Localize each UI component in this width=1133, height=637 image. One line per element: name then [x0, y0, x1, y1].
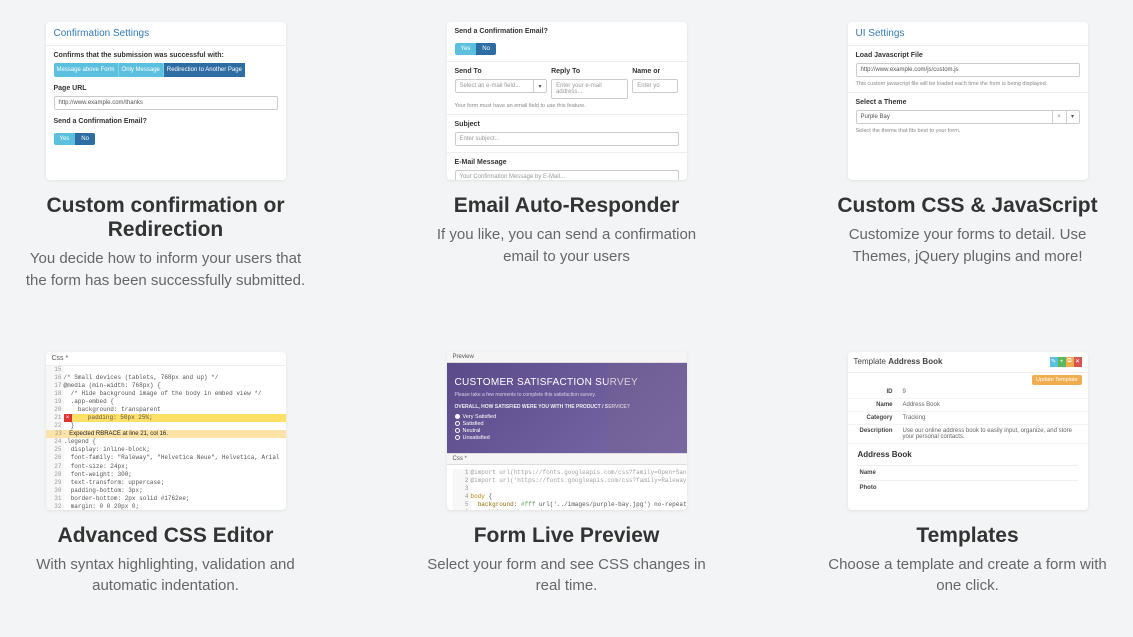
- feature-title: Email Auto-Responder: [454, 194, 680, 218]
- radio-option[interactable]: Very Satisfied: [455, 414, 679, 420]
- feature-title: Form Live Preview: [474, 524, 660, 548]
- theme-label: Select a Theme: [856, 99, 1080, 106]
- email-message-label: E-Mail Message: [455, 159, 679, 166]
- theme-select[interactable]: Purple Bay × ▾: [856, 110, 1080, 124]
- edit-icon[interactable]: ✎: [1050, 357, 1058, 367]
- feature-title: Templates: [916, 524, 1018, 548]
- clear-icon[interactable]: ×: [1052, 110, 1066, 124]
- tab-redirection[interactable]: Redirection to Another Page: [164, 63, 245, 77]
- css-tab[interactable]: Css *: [447, 453, 687, 465]
- name-input[interactable]: Enter yo: [632, 79, 678, 93]
- send-email-label: Send a Confirmation Email?: [54, 118, 278, 125]
- card-autoresponder: Send a Confirmation Email? Yes No Send T…: [447, 22, 687, 180]
- reply-to-label: Reply To: [551, 68, 628, 75]
- field-label: Photo: [860, 485, 905, 491]
- panel-title: Confirmation Settings: [54, 28, 278, 39]
- card-ui-settings: UI Settings Load Javascript File http://…: [848, 22, 1088, 180]
- theme-value: Purple Bay: [856, 110, 1052, 124]
- confirm-mode-tabs[interactable]: Message above Form Only Message Redirect…: [54, 63, 278, 77]
- js-file-input[interactable]: http://www.example.com/js/custom.js: [856, 63, 1080, 77]
- form-name: Address Book: [858, 450, 1078, 459]
- send-to-select[interactable]: Select an e-mail field...: [455, 79, 534, 93]
- feature-desc: You decide how to inform your users that…: [20, 248, 311, 292]
- card-confirmation: Confirmation Settings Confirms that the …: [46, 22, 286, 180]
- form-preview: CUSTOMER SATISFACTION SURVEY Please take…: [447, 363, 687, 453]
- page-url-input[interactable]: http://www.example.com/thanks: [54, 96, 278, 110]
- send-to-hint: Your form must have an email field to us…: [455, 103, 679, 110]
- feature-desc: If you like, you can send a confirmation…: [421, 224, 712, 268]
- feature-css-editor: Css * 1516/* Small devices (tablets, 768…: [20, 352, 311, 598]
- send-to-label: Send To: [455, 68, 548, 75]
- js-file-hint: This custom javascript file will be load…: [856, 81, 1080, 88]
- toggle-yes2[interactable]: Yes: [455, 43, 477, 55]
- feature-title: Custom confirmation or Redirection: [20, 194, 311, 242]
- template-action-buttons[interactable]: ✎ + ⧉ ✕: [1050, 357, 1082, 367]
- feature-css-js: UI Settings Load Javascript File http://…: [822, 22, 1113, 292]
- delete-icon[interactable]: ✕: [1074, 357, 1082, 367]
- error-bar: 23 - Expected RBRACE at line 21, col 16.: [46, 430, 286, 438]
- tab-message-above[interactable]: Message above Form: [54, 63, 119, 77]
- feature-live-preview: Preview CUSTOMER SATISFACTION SURVEY Ple…: [421, 352, 712, 598]
- feature-desc: Select your form and see CSS changes in …: [421, 554, 712, 598]
- code-editor[interactable]: 1@import url(https://fonts.googleapis.co…: [447, 465, 687, 510]
- page-url-label: Page URL: [54, 85, 278, 92]
- update-template-button[interactable]: Update Template: [1032, 375, 1081, 385]
- feature-autoresponder: Send a Confirmation Email? Yes No Send T…: [421, 22, 712, 292]
- feature-desc: Choose a template and create a form with…: [822, 554, 1113, 598]
- feature-desc: Customize your forms to detail. Use Them…: [822, 224, 1113, 268]
- chevron-down-icon[interactable]: ▾: [1066, 110, 1080, 124]
- feature-title: Custom CSS & JavaScript: [837, 194, 1097, 218]
- feature-desc: With syntax highlighting, validation and…: [20, 554, 311, 598]
- js-file-label: Load Javascript File: [856, 52, 1080, 59]
- card-css-editor: Css * 1516/* Small devices (tablets, 768…: [46, 352, 286, 510]
- reply-to-input[interactable]: Enter your e-mail address...: [551, 79, 628, 99]
- radio-option[interactable]: Neutral: [455, 428, 679, 434]
- field-label: Name: [860, 470, 905, 476]
- name-label: Name or: [632, 68, 678, 75]
- feature-templates: Template Address Book ✎ + ⧉ ✕ Update Tem…: [822, 352, 1113, 598]
- toggle-yes[interactable]: Yes: [54, 133, 76, 145]
- preview-label: Preview: [447, 352, 687, 363]
- code-editor[interactable]: 1516/* Small devices (tablets, 768px and…: [46, 366, 286, 431]
- copy-icon[interactable]: ⧉: [1066, 357, 1074, 367]
- subject-label: Subject: [455, 121, 679, 128]
- subject-input[interactable]: Enter subject...: [455, 132, 679, 146]
- survey-title: CUSTOMER SATISFACTION SURVEY: [455, 377, 679, 388]
- send-email-toggle2[interactable]: Yes No: [455, 43, 496, 55]
- survey-subtitle: Please take a few moments to complete th…: [455, 392, 679, 398]
- card-template: Template Address Book ✎ + ⧉ ✕ Update Tem…: [848, 352, 1088, 510]
- email-message-input[interactable]: Your Confirmation Message by E-Mail...: [455, 170, 679, 180]
- toggle-no2[interactable]: No: [476, 43, 496, 55]
- radio-option[interactable]: Unsatisfied: [455, 435, 679, 441]
- radio-option[interactable]: Satisfied: [455, 421, 679, 427]
- feature-confirmation: Confirmation Settings Confirms that the …: [20, 22, 311, 292]
- send-email-toggle[interactable]: Yes No: [54, 133, 95, 145]
- send-email-label2: Send a Confirmation Email?: [455, 28, 679, 35]
- template-title: Template Address Book: [854, 357, 943, 366]
- toggle-no[interactable]: No: [75, 133, 95, 145]
- theme-hint: Select the theme that fits best to your …: [856, 128, 1080, 135]
- chevron-down-icon[interactable]: ▾: [533, 79, 547, 93]
- confirms-label: Confirms that the submission was success…: [54, 52, 278, 59]
- feature-title: Advanced CSS Editor: [58, 524, 274, 548]
- panel-title: UI Settings: [856, 28, 1080, 39]
- template-details-table: ID9NameAddress BookCategoryTrackingDescr…: [848, 386, 1088, 444]
- card-live-preview: Preview CUSTOMER SATISFACTION SURVEY Ple…: [447, 352, 687, 510]
- editor-tab[interactable]: Css *: [46, 352, 286, 366]
- plus-icon[interactable]: +: [1058, 357, 1066, 367]
- tab-only-message[interactable]: Only Message: [119, 63, 164, 77]
- survey-question: OVERALL, HOW SATISFIED WERE YOU WITH THE…: [455, 404, 679, 410]
